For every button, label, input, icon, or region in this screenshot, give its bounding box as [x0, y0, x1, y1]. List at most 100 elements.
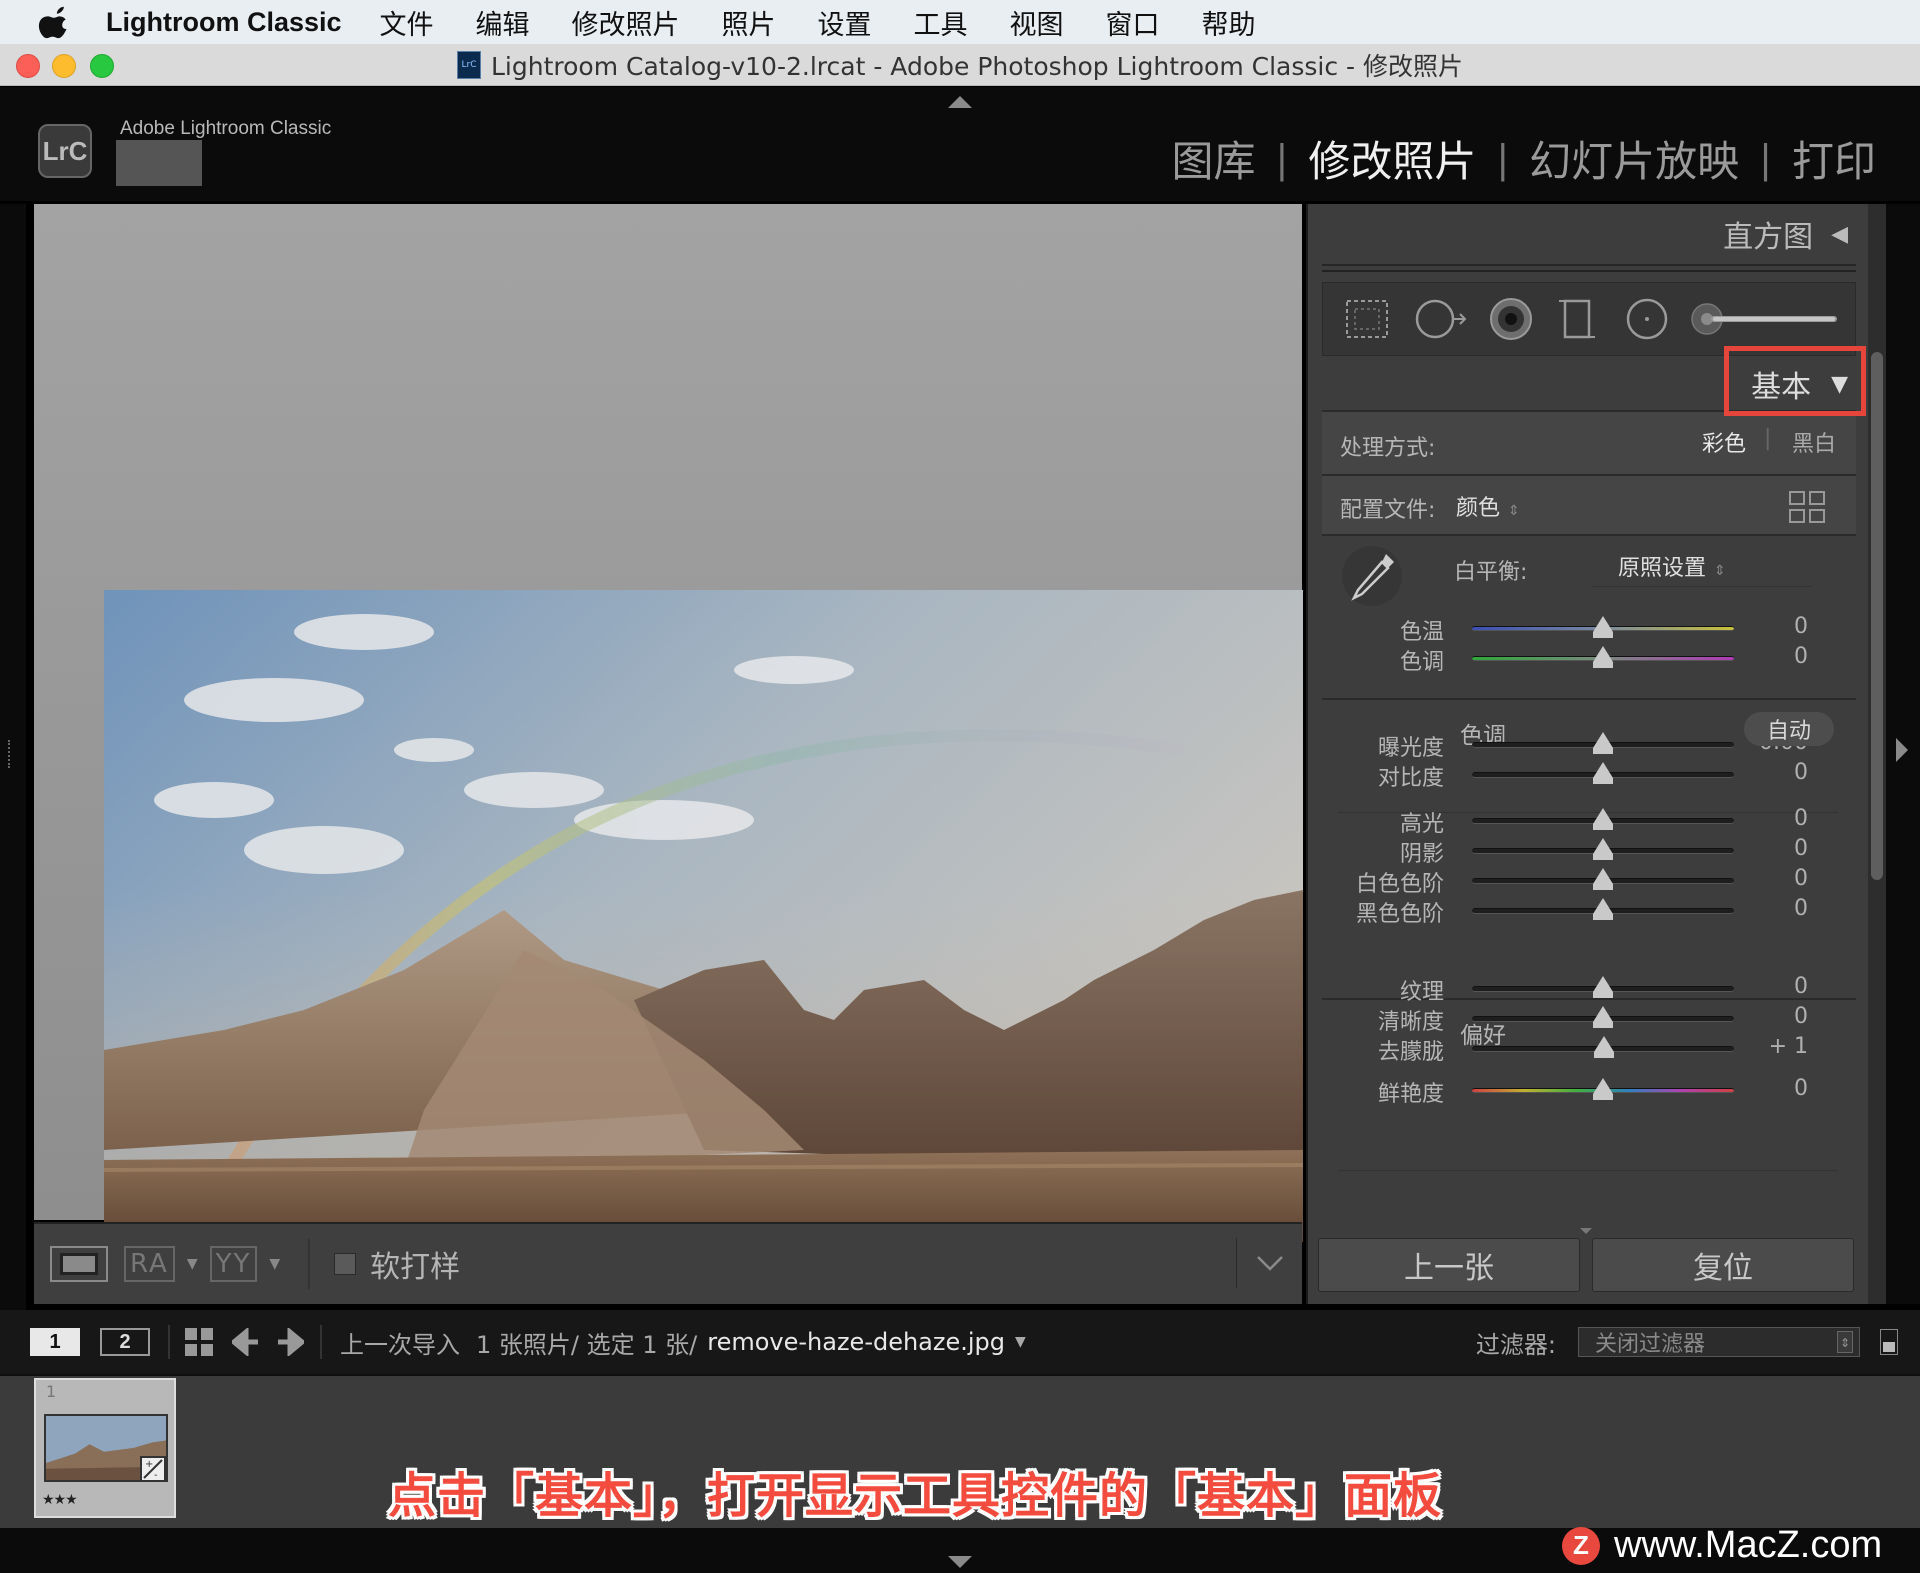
- select-arrows-icon: ⇕: [1714, 563, 1726, 579]
- soft-proof-checkbox[interactable]: [334, 1253, 357, 1275]
- forward-arrow-icon[interactable]: [276, 1328, 304, 1356]
- slider-thumb[interactable]: [1593, 838, 1613, 860]
- slider-value[interactable]: 0: [1728, 866, 1808, 891]
- slider-value[interactable]: 0: [1728, 1076, 1808, 1101]
- filmstrip-thumbnail[interactable]: 1 + - ★★★: [34, 1378, 176, 1518]
- filename-dropdown-icon[interactable]: ▼: [1015, 1334, 1026, 1350]
- before-after-dropdown-icon[interactable]: ▼: [187, 1256, 198, 1272]
- minimize-window-button[interactable]: [52, 54, 76, 78]
- spot-removal-icon[interactable]: [1413, 297, 1469, 341]
- menu-file[interactable]: 文件: [380, 3, 434, 42]
- treatment-bw-option[interactable]: 黑白: [1792, 426, 1836, 458]
- brand-name: Adobe Lightroom Classic: [120, 118, 332, 139]
- collapse-top-panel-icon[interactable]: [948, 96, 972, 108]
- slider-thumb[interactable]: [1593, 1078, 1613, 1100]
- slider-value[interactable]: 0: [1728, 974, 1808, 999]
- select-arrows-icon: ⇕: [1837, 1331, 1853, 1353]
- module-slideshow[interactable]: 幻灯片放映: [1519, 128, 1749, 189]
- back-arrow-icon[interactable]: [232, 1328, 260, 1356]
- close-window-button[interactable]: [16, 54, 40, 78]
- slider-value[interactable]: 0: [1728, 806, 1808, 831]
- slider-value[interactable]: 0: [1728, 760, 1808, 785]
- slider-value[interactable]: + 1: [1728, 1034, 1808, 1059]
- swap-dropdown-icon[interactable]: ▼: [269, 1256, 280, 1272]
- slider-value[interactable]: 0: [1728, 1004, 1808, 1029]
- photo-preview: [104, 590, 1303, 1242]
- graduated-filter-icon[interactable]: [1557, 297, 1597, 341]
- grid-view-icon[interactable]: [184, 1327, 214, 1357]
- develop-toolbar: RA ▼ YY ▼ 软打样: [34, 1222, 1302, 1304]
- filter-lock-icon[interactable]: [1880, 1329, 1898, 1355]
- current-filename[interactable]: remove-haze-dehaze.jpg: [707, 1328, 1005, 1356]
- left-triangle-icon: ◀: [1831, 221, 1848, 247]
- svg-text:-: -: [154, 1470, 158, 1481]
- before-after-button[interactable]: RA: [124, 1246, 175, 1282]
- slider-thumb[interactable]: [1593, 1006, 1613, 1028]
- zoom-window-button[interactable]: [90, 54, 114, 78]
- left-panel-grip-icon[interactable]: [8, 740, 18, 768]
- menu-tools[interactable]: 工具: [914, 3, 968, 42]
- slider-thumb[interactable]: [1593, 732, 1613, 754]
- module-library[interactable]: 图库: [1162, 128, 1266, 189]
- expand-right-panel-icon[interactable]: [1896, 738, 1908, 762]
- swap-before-after-button[interactable]: YY: [209, 1246, 258, 1282]
- eyedropper-icon[interactable]: [1340, 544, 1404, 610]
- module-print[interactable]: 打印: [1782, 128, 1886, 189]
- toolbar-divider: [308, 1239, 311, 1289]
- menu-view[interactable]: 视图: [1010, 3, 1064, 42]
- right-panel-scrollbar[interactable]: [1871, 352, 1883, 880]
- treatment-color-option[interactable]: 彩色: [1702, 426, 1746, 458]
- slider-thumb[interactable]: [1593, 808, 1613, 830]
- treatment-separator: |: [1764, 426, 1772, 451]
- adjustment-brush-icon[interactable]: [1691, 297, 1841, 345]
- thumbnail-rating: ★★★: [42, 1492, 78, 1508]
- primary-window-button[interactable]: 1: [30, 1328, 80, 1356]
- red-eye-icon[interactable]: [1487, 297, 1535, 345]
- loupe-view-icon: [60, 1253, 98, 1275]
- white-balance-select[interactable]: 原照设置 ⇕: [1618, 550, 1726, 582]
- slider-thumb[interactable]: [1593, 898, 1613, 920]
- radial-filter-icon[interactable]: [1623, 297, 1671, 345]
- loupe-view-button[interactable]: [50, 1246, 108, 1282]
- slider-thumb[interactable]: [1593, 616, 1613, 638]
- slider-value[interactable]: 0: [1728, 896, 1808, 921]
- slider-thumb[interactable]: [1593, 976, 1613, 998]
- apple-icon[interactable]: [38, 4, 74, 40]
- slider-thumb[interactable]: [1593, 646, 1613, 668]
- slider-thumb[interactable]: [1593, 762, 1613, 784]
- menu-window[interactable]: 窗口: [1106, 3, 1160, 42]
- grid-icon[interactable]: [1788, 490, 1828, 524]
- profile-label: 配置文件:: [1340, 498, 1436, 523]
- slider-thumb[interactable]: [1593, 868, 1613, 890]
- slider-value[interactable]: 0: [1728, 614, 1808, 639]
- histogram-label: 直方图: [1723, 220, 1814, 255]
- tone-auto-button[interactable]: 自动: [1744, 712, 1834, 746]
- crop-overlay-icon[interactable]: [1343, 297, 1391, 341]
- wb-underline: [1592, 586, 1812, 587]
- slider-label: 清晰度: [1377, 1010, 1444, 1035]
- slider-value[interactable]: 0: [1728, 644, 1808, 669]
- source-label[interactable]: 上一次导入: [340, 1325, 460, 1360]
- previous-settings-button[interactable]: 上一张: [1318, 1238, 1580, 1292]
- slider-value[interactable]: 0: [1728, 836, 1808, 861]
- tool-strip: [1322, 282, 1856, 356]
- histogram-panel-header[interactable]: 直方图 ◀: [1322, 204, 1856, 266]
- menu-help[interactable]: 帮助: [1202, 3, 1256, 42]
- watermark-text: www.MacZ.com: [1614, 1524, 1883, 1566]
- menu-photo[interactable]: 照片: [722, 3, 776, 42]
- collapse-filmstrip-icon[interactable]: [948, 1556, 972, 1568]
- menu-develop[interactable]: 修改照片: [572, 3, 680, 42]
- app-menu[interactable]: Lightroom Classic: [106, 7, 342, 38]
- secondary-window-button[interactable]: 2: [100, 1328, 150, 1356]
- profile-select[interactable]: 颜色 ⇕: [1456, 490, 1520, 522]
- reset-button[interactable]: 复位: [1592, 1238, 1854, 1292]
- toolbar-content-menu[interactable]: [1236, 1238, 1302, 1288]
- white-balance-value: 原照设置: [1618, 556, 1707, 581]
- menu-settings[interactable]: 设置: [818, 3, 872, 42]
- catalog-doc-icon: LrC: [456, 50, 481, 79]
- slider-thumb[interactable]: [1594, 1036, 1615, 1058]
- filter-select[interactable]: 关闭过滤器 ⇕: [1578, 1327, 1860, 1357]
- menu-edit[interactable]: 编辑: [476, 3, 530, 42]
- module-develop[interactable]: 修改照片: [1298, 128, 1486, 189]
- loupe-view[interactable]: [34, 204, 1303, 1242]
